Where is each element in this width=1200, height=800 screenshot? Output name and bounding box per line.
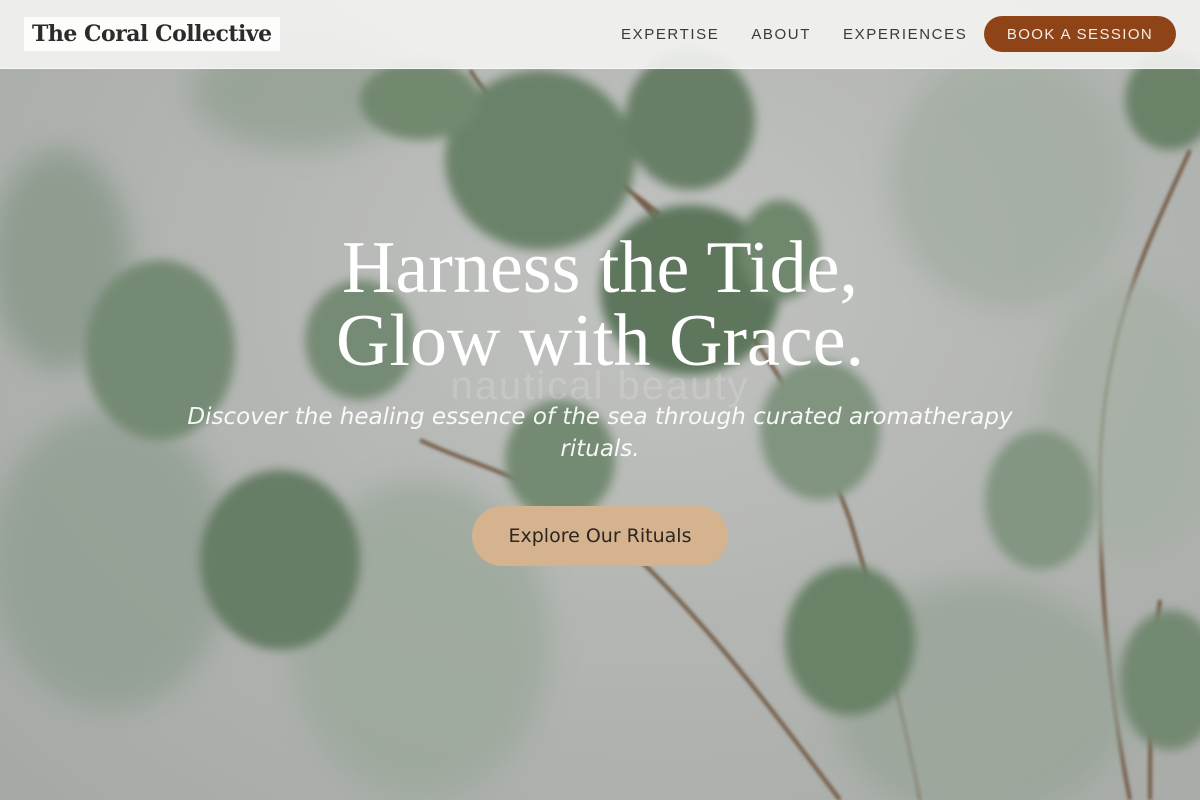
hero-headline-line-2: Glow with Grace. [335, 300, 865, 382]
hero-subtext: Discover the healing essence of the sea … [187, 404, 1013, 462]
explore-rituals-button[interactable]: Explore Our Rituals [472, 506, 728, 566]
hero-headline-line-1: Harness the Tide, [342, 227, 858, 309]
hero-headline: Harness the Tide, Glow with Grace. [0, 227, 1200, 382]
hero-section: nautical beauty Harness the Tide, Glow w… [0, 0, 1200, 800]
